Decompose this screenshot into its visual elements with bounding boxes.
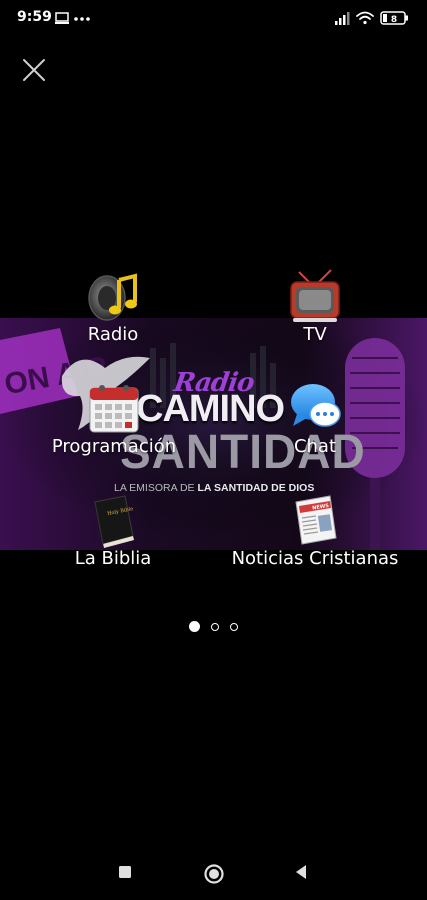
home-button[interactable] <box>203 863 225 889</box>
more-dots-icon <box>74 17 90 21</box>
system-nav-bar <box>0 850 427 900</box>
page-indicator <box>0 616 427 635</box>
battery-icon: 8 <box>380 11 408 25</box>
menu-item-programacion[interactable]: Programación <box>30 380 198 457</box>
menu-item-tv[interactable]: TV <box>260 268 370 345</box>
menu-item-noticias[interactable]: NEWS Noticias Cristianas <box>210 492 420 569</box>
status-bar: 9:59 8 <box>0 0 427 36</box>
menu-label-radio: Radio <box>87 324 139 345</box>
page-dot-2[interactable] <box>211 623 219 631</box>
signal-icon <box>335 12 350 25</box>
page-dot-1[interactable] <box>188 621 200 632</box>
bible-icon: Holy Bible <box>85 492 141 548</box>
page-dot-3[interactable] <box>230 623 239 631</box>
menu-item-radio[interactable]: Radio <box>58 268 168 345</box>
tv-icon <box>287 268 343 324</box>
chat-bubble-icon <box>287 380 343 436</box>
back-icon <box>296 865 306 879</box>
screen-icon <box>55 12 69 24</box>
music-speaker-icon <box>85 268 141 324</box>
system-status-icons: 8 <box>335 11 408 25</box>
recent-apps-button[interactable] <box>118 864 132 883</box>
app-screen: 9:59 8 ON AIR Radio CAMINO SANTIDAD LA E… <box>0 0 427 900</box>
notification-icons <box>55 12 90 24</box>
close-icon <box>23 59 45 81</box>
battery-level: 8 <box>391 15 397 25</box>
menu-label-noticias: Noticias Cristianas <box>231 548 399 569</box>
close-button[interactable] <box>18 54 50 86</box>
recent-apps-icon <box>119 866 131 878</box>
menu-label-chat: Chat <box>293 436 337 457</box>
calendar-icon <box>86 380 142 436</box>
newspaper-icon: NEWS <box>288 492 344 548</box>
wifi-icon <box>356 11 374 25</box>
status-time: 9:59 <box>17 9 52 25</box>
menu-item-biblia[interactable]: Holy Bible La Biblia <box>48 492 178 569</box>
menu-label-biblia: La Biblia <box>74 548 152 569</box>
menu-label-programacion: Programación <box>51 436 177 457</box>
home-icon <box>204 864 224 884</box>
menu-label-tv: TV <box>303 324 327 345</box>
menu-item-chat[interactable]: Chat <box>260 380 370 457</box>
back-button[interactable] <box>294 864 308 884</box>
